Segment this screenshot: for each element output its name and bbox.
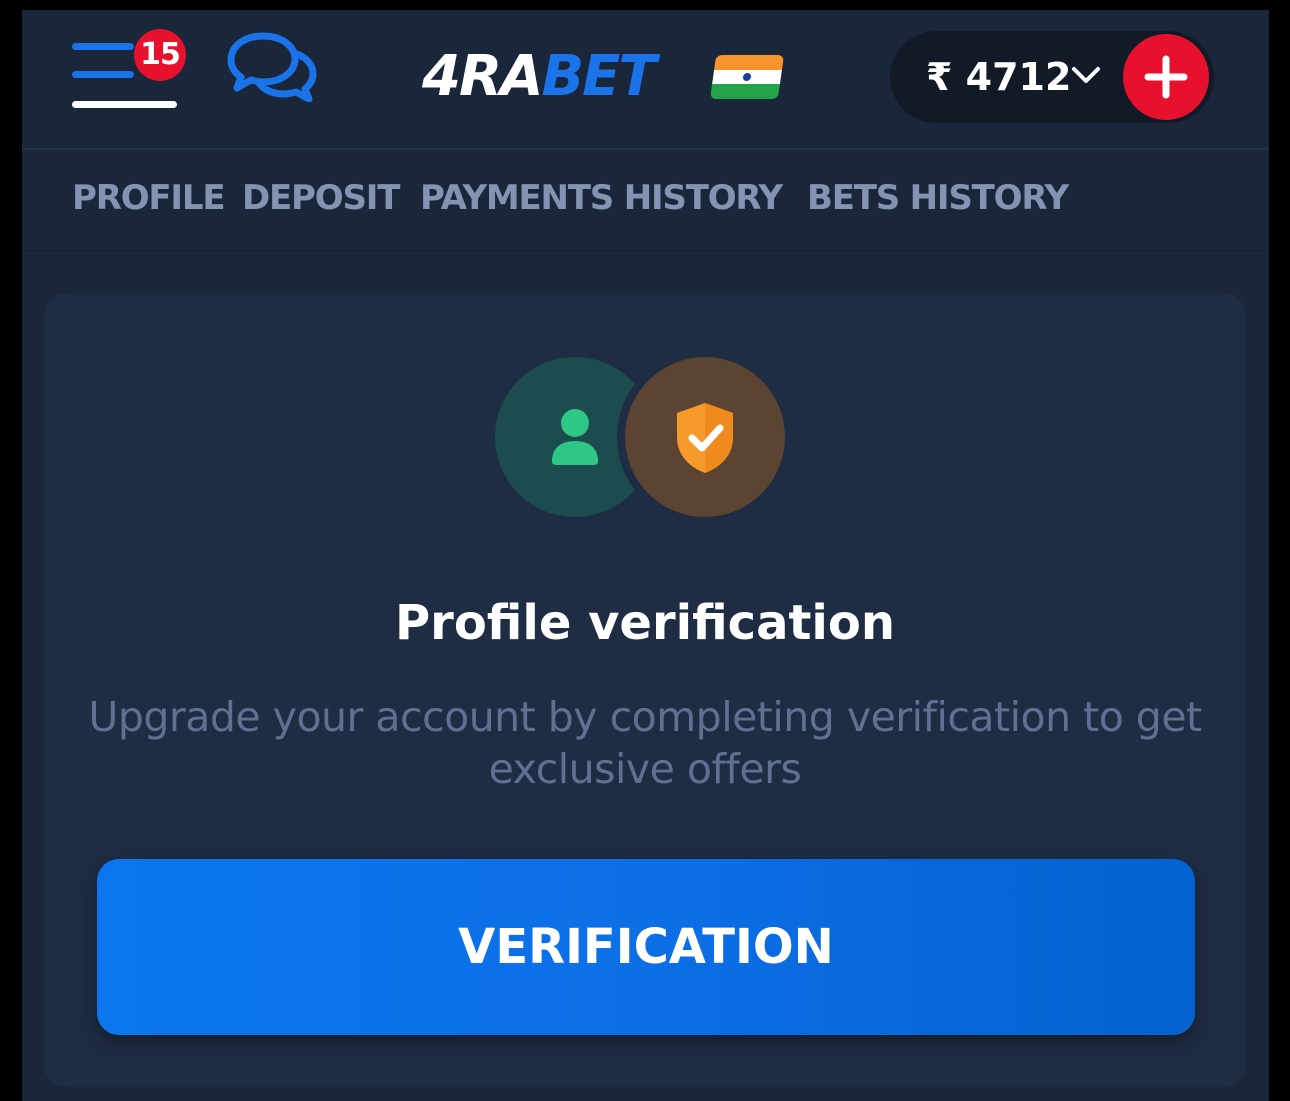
tab-deposit[interactable]: DEPOSIT [242,178,400,218]
india-flag-icon[interactable] [709,55,785,99]
card-subtitle: Upgrade your account by completing verif… [88,693,1202,793]
plus-icon [1144,55,1188,99]
verification-button[interactable]: VERIFICATION [97,859,1195,1035]
balance-dropdown[interactable]: ₹ 4712 [890,31,1214,123]
chevron-down-icon [1072,67,1100,83]
account-tabs: PROFILE DEPOSIT PAYMENTS HISTORY BETS HI… [22,150,1269,252]
card-title: Profile verification [394,595,896,651]
tab-payments-history[interactable]: PAYMENTS HISTORY [420,178,783,218]
top-header: 15 4RABET ₹ 4712 [22,10,1269,150]
brand-logo[interactable]: 4RABET [422,44,657,110]
logo-text-part2: BET [541,44,656,109]
shield-avatar-circle [625,357,785,517]
tab-bets-history[interactable]: BETS HISTORY [807,178,1069,218]
chat-bubbles-icon [227,32,317,102]
add-funds-button[interactable] [1123,34,1209,120]
tab-profile[interactable]: PROFILE [72,178,226,218]
shield-check-icon [677,403,733,473]
menu-button[interactable]: 15 [72,29,186,111]
logo-text-part1: 4RA [422,44,543,109]
balance-amount: ₹ 4712 [926,55,1072,99]
chat-button[interactable] [227,32,319,102]
notification-badge: 15 [134,29,186,81]
verification-card: Profile verification Upgrade your accoun… [44,293,1246,1087]
app-frame: 15 4RABET ₹ 4712 PROFILE DEPOSIT PAYMENT… [22,10,1269,1101]
